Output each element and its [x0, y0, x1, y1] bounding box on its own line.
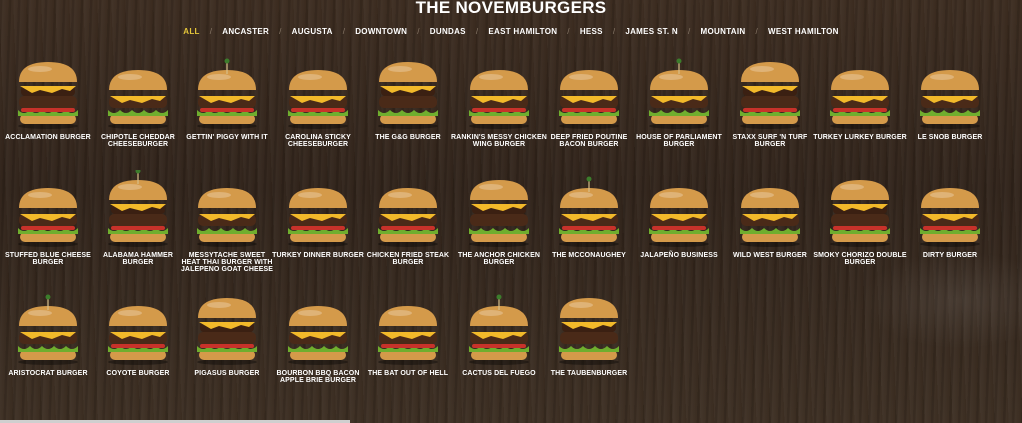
burger-card[interactable]: DIRTY BURGER [902, 170, 998, 259]
burger-card[interactable]: ALABAMA HAMMER BURGER [90, 170, 186, 266]
burger-image [18, 62, 78, 129]
burger-card[interactable]: TURKEY DINNER BURGER [270, 170, 366, 259]
burger-image [740, 62, 800, 129]
burger-image [18, 188, 78, 247]
burger-label: SMOKY CHORIZO DOUBLE BURGER [813, 252, 907, 266]
burger-card[interactable]: TURKEY LURKEY BURGER [812, 52, 908, 141]
burger-grid: ACCLAMATION BURGER CHIPOTLE CHEDDAR CHEE… [0, 0, 1022, 423]
burger-card[interactable]: CHIPOTLE CHEDDAR CHEESEBURGER [90, 52, 186, 148]
burger-card[interactable]: DEEP FRIED POUTINE BACON BURGER [541, 52, 637, 148]
burger-label: ARISTOCRAT BURGER [8, 370, 88, 377]
burger-label: TURKEY LURKEY BURGER [813, 134, 907, 141]
burger-image [288, 70, 348, 129]
burger-card[interactable]: RANKIN'S MESSY CHICKEN WING BURGER [451, 52, 547, 148]
burger-label: ACCLAMATION BURGER [5, 134, 91, 141]
burger-image [559, 70, 619, 129]
burger-label: WILD WEST BURGER [733, 252, 807, 259]
burger-card[interactable]: CHICKEN FRIED STEAK BURGER [360, 170, 456, 266]
burger-card[interactable]: SMOKY CHORIZO DOUBLE BURGER [812, 170, 908, 266]
burger-card[interactable]: BOURBON BBQ BACON APPLE BRIE BURGER [270, 288, 366, 384]
burger-label: HOUSE OF PARLIAMENT BURGER [636, 134, 722, 148]
burger-label: CHICKEN FRIED STEAK BURGER [366, 252, 450, 266]
burger-label: JALAPEÑO BUSINESS [640, 252, 718, 259]
burger-image [108, 70, 168, 129]
burger-card[interactable]: THE TAUBENBURGER [541, 288, 637, 377]
burger-card[interactable]: THE MCCONAUGHEY [541, 170, 637, 259]
burger-label: BOURBON BBQ BACON APPLE BRIE BURGER [276, 370, 360, 384]
burger-image [559, 298, 619, 365]
burger-image [469, 180, 529, 247]
burger-card[interactable]: HOUSE OF PARLIAMENT BURGER [631, 52, 727, 148]
burger-label: TURKEY DINNER BURGER [272, 252, 364, 259]
burger-card[interactable]: GETTIN' PIGGY WITH IT [179, 52, 275, 141]
burger-label: THE BAT OUT OF HELL [367, 370, 449, 377]
burger-label: DEEP FRIED POUTINE BACON BURGER [550, 134, 628, 148]
burger-card[interactable]: ARISTOCRAT BURGER [0, 288, 96, 377]
burger-card[interactable]: THE BAT OUT OF HELL [360, 288, 456, 377]
burger-label: ALABAMA HAMMER BURGER [103, 252, 173, 266]
burger-card[interactable]: STAXX SURF 'N TURF BURGER [722, 52, 818, 148]
burger-label: CAROLINA STICKY CHEESEBURGER [285, 134, 351, 148]
burger-label: STUFFED BLUE CHEESE BURGER [5, 252, 91, 266]
burger-image [559, 176, 619, 247]
burger-card[interactable]: PIGASUS BURGER [179, 288, 275, 377]
burger-label: CHIPOTLE CHEDDAR CHEESEBURGER [101, 134, 175, 148]
burger-image [830, 180, 890, 247]
burger-card[interactable]: THE ANCHOR CHICKEN BURGER [451, 170, 547, 266]
burger-card[interactable]: ACCLAMATION BURGER [0, 52, 96, 141]
burger-image [18, 294, 78, 365]
burger-image [469, 70, 529, 129]
burger-image [108, 170, 168, 247]
burger-image [288, 188, 348, 247]
burger-card[interactable]: CACTUS DEL FUEGO [451, 288, 547, 377]
burger-image [469, 294, 529, 365]
burger-card[interactable]: WILD WEST BURGER [722, 170, 818, 259]
burger-label: DIRTY BURGER [922, 252, 978, 259]
burger-card[interactable]: COYOTE BURGER [90, 288, 186, 377]
burger-image [740, 188, 800, 247]
burger-image [197, 188, 257, 247]
burger-image [920, 70, 980, 129]
burger-label: THE MCCONAUGHEY [552, 252, 626, 259]
burger-label: STAXX SURF 'N TURF BURGER [732, 134, 808, 148]
burger-image [378, 62, 438, 129]
burger-card[interactable]: THE G&G BURGER [360, 52, 456, 141]
burger-image [378, 306, 438, 365]
burger-label: CACTUS DEL FUEGO [462, 370, 536, 377]
burger-label: GETTIN' PIGGY WITH IT [186, 134, 268, 141]
burger-image [197, 298, 257, 365]
burger-image [920, 188, 980, 247]
burger-label: PIGASUS BURGER [194, 370, 260, 377]
burger-label: RANKIN'S MESSY CHICKEN WING BURGER [451, 134, 547, 148]
burger-card[interactable]: JALAPEÑO BUSINESS [631, 170, 727, 259]
burger-image [197, 58, 257, 129]
burger-card[interactable]: STUFFED BLUE CHEESE BURGER [0, 170, 96, 266]
burger-label: THE G&G BURGER [375, 134, 441, 141]
burger-card[interactable]: CAROLINA STICKY CHEESEBURGER [270, 52, 366, 148]
burger-image [649, 58, 709, 129]
burger-card[interactable]: LE SNOB BURGER [902, 52, 998, 141]
burger-label: THE ANCHOR CHICKEN BURGER [457, 252, 541, 266]
burger-image [108, 306, 168, 365]
burger-image [830, 70, 890, 129]
burger-label: COYOTE BURGER [106, 370, 170, 377]
burger-image [378, 188, 438, 247]
burger-image [288, 306, 348, 365]
burger-card[interactable]: MESSYTACHE SWEET HEAT THAI BURGER WITH J… [179, 170, 275, 273]
burger-image [649, 188, 709, 247]
burger-label: LE SNOB BURGER [917, 134, 983, 141]
burger-label: THE TAUBENBURGER [550, 370, 628, 377]
burger-label: MESSYTACHE SWEET HEAT THAI BURGER WITH J… [180, 252, 274, 273]
